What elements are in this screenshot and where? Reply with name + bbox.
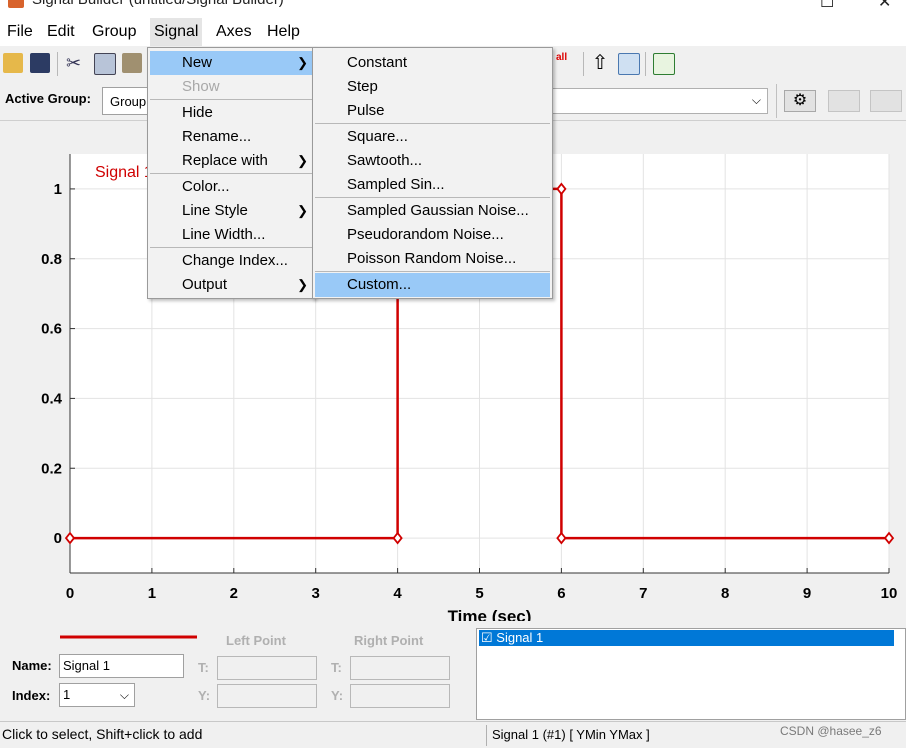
gear-icon[interactable]: ⚙ [784,90,816,112]
y-tick-label: 0.6 [41,321,62,338]
menu-item-new[interactable]: New ❯ [150,51,312,75]
x-tick-label: 9 [803,585,811,602]
signal-line-sample [60,635,197,639]
app-icon [8,0,24,8]
x-tick-label: 5 [475,585,483,602]
menu-item-sawtooth[interactable]: Sawtooth... [315,149,550,173]
menu-file[interactable]: File [5,23,35,41]
menu-axes[interactable]: Axes [214,23,254,41]
menu-item-output[interactable]: Output ❯ [150,273,312,297]
signal-list[interactable]: ☑ Signal 1 [476,628,906,720]
menu-signal[interactable]: Signal [150,18,203,46]
menu-item-square[interactable]: Square... [315,125,550,149]
y-tick-label: 0 [54,530,62,547]
x-tick-label: 0 [66,585,74,602]
menu-item-sampled-gaussian-noise[interactable]: Sampled Gaussian Noise... [315,199,550,223]
chevron-down-icon: ⌵ [751,93,761,107]
menu-help[interactable]: Help [265,23,302,41]
right-t-field[interactable] [350,656,450,680]
cut-icon[interactable]: ✂ [66,53,86,73]
menu-item-line-style[interactable]: Line Style ❯ [150,199,312,223]
group-tab-label: Group [110,94,147,109]
left-point-label: Left Point [226,633,286,648]
paste-icon[interactable] [122,53,142,73]
move-up-icon[interactable]: ⇧ [590,53,610,73]
open-icon[interactable] [3,53,23,73]
chevron-right-icon: ❯ [297,55,308,70]
chevron-right-icon: ❯ [297,153,308,168]
x-tick-label: 1 [148,585,156,602]
menu-group[interactable]: Group [90,23,138,41]
index-label: Index: [12,688,51,703]
left-t-label: T: [198,660,209,675]
group-dropdown[interactable]: ⌵ [548,88,768,114]
menu-item-pseudorandom-noise[interactable]: Pseudorandom Noise... [315,223,550,247]
save-icon[interactable] [30,53,50,73]
right-y-label: Y: [331,688,344,703]
status-right: Signal 1 (#1) [ YMin YMax ] [492,727,650,742]
window-title: Signal Builder (untitled/Signal Builder) [32,0,284,8]
export-icon[interactable] [653,53,675,75]
y-tick-label: 1 [54,181,62,198]
x-tick-label: 3 [312,585,320,602]
import-icon[interactable] [618,53,640,75]
x-tick-label: 8 [721,585,729,602]
chevron-right-icon: ❯ [297,277,308,292]
group-tab[interactable]: Group [102,87,150,115]
x-tick-label: 7 [639,585,647,602]
copy-icon[interactable] [94,53,116,75]
new-submenu: Constant Step Pulse Square... Sawtooth..… [312,47,553,299]
menu-bar: File Edit Group Signal Axes Help [0,18,906,46]
x-tick-label: 6 [557,585,565,602]
y-tick-label: 0.8 [41,251,62,268]
chevron-down-icon: ⌵ [119,688,129,702]
x-tick-label: 4 [393,585,402,602]
menu-item-change-index[interactable]: Change Index... [150,249,312,273]
menu-edit[interactable]: Edit [45,23,77,41]
menu-item-color[interactable]: Color... [150,175,312,199]
zoom-x-button[interactable] [828,90,860,112]
menu-item-pulse[interactable]: Pulse [315,99,550,123]
maximize-button[interactable]: ☐ [820,0,834,12]
menu-item-poisson-random-noise[interactable]: Poisson Random Noise... [315,247,550,271]
menu-item-constant[interactable]: Constant [315,51,550,75]
status-left: Click to select, Shift+click to add [2,726,203,742]
menu-item-sampled-sin[interactable]: Sampled Sin... [315,173,550,197]
zoom-y-button[interactable] [870,90,902,112]
signal-menu: New ❯ Show Hide Rename... Replace with ❯ C… [147,47,315,299]
menu-item-rename[interactable]: Rename... [150,125,312,149]
signal-list-item[interactable]: ☑ Signal 1 [479,630,894,646]
x-axis-label: Time (sec) [448,607,532,621]
y-tick-label: 0.2 [41,460,62,477]
x-tick-label: 10 [881,585,898,602]
right-y-field[interactable] [350,684,450,708]
delete-all-icon[interactable]: all [556,53,576,73]
right-t-label: T: [331,660,342,675]
right-point-label: Right Point [354,633,424,648]
name-label: Name: [12,658,52,673]
status-bar: Click to select, Shift+click to add Sign… [0,721,906,748]
menu-item-hide[interactable]: Hide [150,101,312,125]
menu-item-step[interactable]: Step [315,75,550,99]
menu-item-show[interactable]: Show [150,75,312,99]
signal-legend-label: Signal 1 [95,164,153,181]
title-bar: Signal Builder (untitled/Signal Builder)… [0,0,906,18]
x-tick-label: 2 [230,585,238,602]
menu-item-line-width[interactable]: Line Width... [150,223,312,247]
signal-list-item-label: Signal 1 [496,630,544,645]
menu-item-replace-with[interactable]: Replace with ❯ [150,149,312,173]
watermark: CSDN @hasee_z6 [780,724,882,738]
close-button[interactable]: ✕ [878,0,891,12]
checkbox-icon[interactable]: ☑ [479,630,493,645]
left-t-field[interactable] [217,656,317,680]
left-y-field[interactable] [217,684,317,708]
menu-item-custom[interactable]: Custom... [315,273,550,297]
active-group-label: Active Group: [5,91,91,106]
index-value: 1 [63,687,71,702]
name-field[interactable]: Signal 1 [59,654,184,678]
left-y-label: Y: [198,688,211,703]
y-tick-label: 0.4 [41,390,63,407]
index-select[interactable]: 1 ⌵ [59,683,135,707]
chevron-right-icon: ❯ [297,203,308,218]
